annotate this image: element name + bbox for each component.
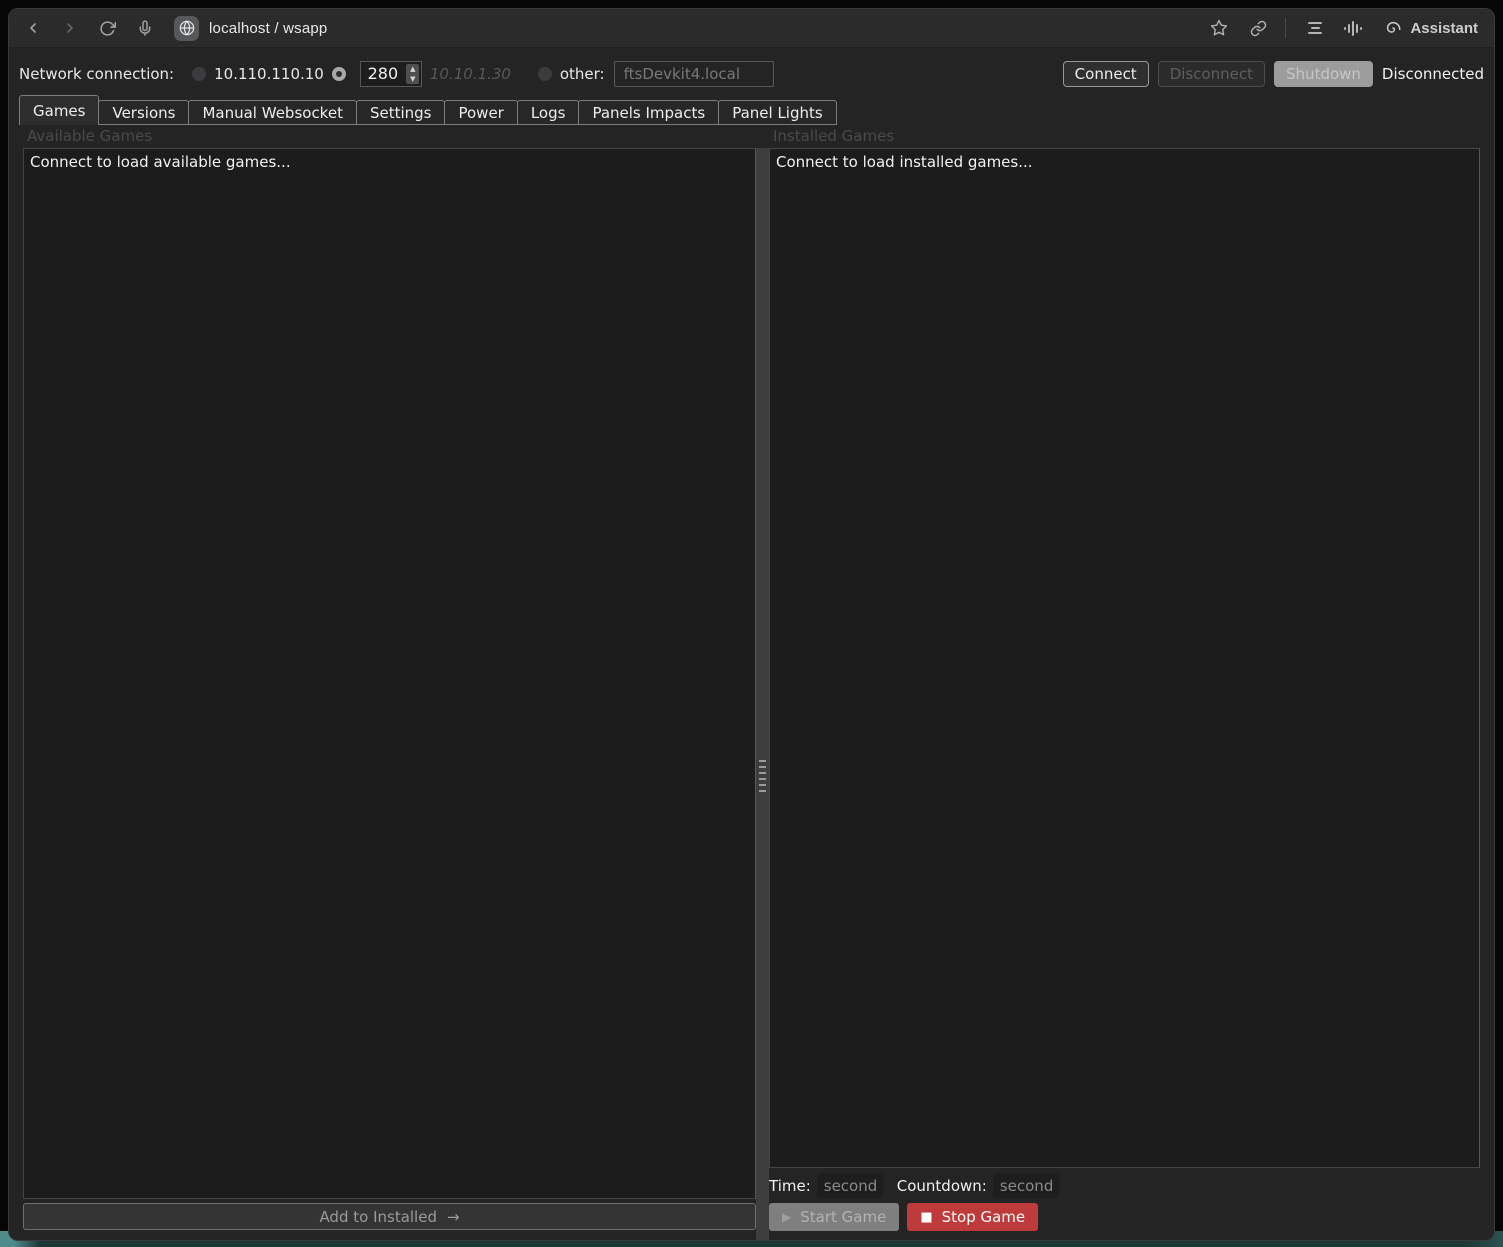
copy-link-icon[interactable]: [1250, 20, 1267, 37]
microphone-icon[interactable]: [137, 20, 153, 37]
network-connection-label: Network connection:: [19, 65, 174, 83]
other-option-label: other:: [560, 65, 605, 83]
reload-icon[interactable]: [99, 20, 116, 37]
countdown-label: Countdown:: [897, 1177, 987, 1195]
browser-window: localhost / wsapp Assistant Network conn…: [8, 8, 1495, 1241]
assistant-spiral-icon: [1384, 19, 1402, 37]
audio-waveform-icon[interactable]: [1344, 20, 1362, 36]
connect-button[interactable]: Connect: [1063, 61, 1149, 87]
tab-manual-websocket[interactable]: Manual Websocket: [188, 100, 356, 125]
toolbar-divider: [1285, 18, 1286, 38]
forward-icon[interactable]: [62, 20, 78, 36]
installed-games-title: Installed Games: [769, 125, 1480, 148]
port-input[interactable]: [361, 62, 405, 86]
radio-other-option[interactable]: [538, 67, 552, 81]
ip-option-label: 10.110.110.10: [214, 65, 324, 83]
tab-power[interactable]: Power: [444, 100, 517, 125]
available-games-list[interactable]: Connect to load available games...: [23, 148, 756, 1199]
radio-ip-option[interactable]: [192, 67, 206, 81]
browser-toolbar: localhost / wsapp Assistant: [9, 9, 1494, 48]
tab-panel-lights[interactable]: Panel Lights: [718, 100, 836, 125]
play-icon: ▶: [782, 1210, 791, 1224]
time-label: Time:: [769, 1177, 811, 1195]
back-icon[interactable]: [25, 20, 41, 36]
installed-games-message: Connect to load installed games...: [776, 153, 1033, 171]
bookmark-star-icon[interactable]: [1210, 19, 1228, 37]
tab-games[interactable]: Games: [19, 95, 99, 125]
wsapp-page: Network connection: 10.110.110.10 ▲ ▼ ot…: [9, 48, 1494, 1240]
address-bar[interactable]: localhost / wsapp: [174, 16, 327, 41]
tab-settings[interactable]: Settings: [356, 100, 446, 125]
assistant-label: Assistant: [1410, 20, 1478, 37]
time-input[interactable]: [817, 1173, 883, 1198]
countdown-input[interactable]: [993, 1173, 1059, 1198]
installed-games-list[interactable]: Connect to load installed games...: [769, 148, 1480, 1168]
url-text: localhost / wsapp: [209, 20, 327, 37]
installed-games-panel: Installed Games Connect to load installe…: [769, 125, 1480, 1240]
shutdown-button[interactable]: Shutdown: [1274, 61, 1373, 87]
add-to-installed-label: Add to Installed: [319, 1208, 437, 1226]
splitter-grip-icon[interactable]: [759, 760, 766, 796]
tab-bar: Games Versions Manual Websocket Settings…: [19, 95, 1486, 125]
available-games-message: Connect to load available games...: [30, 153, 291, 171]
site-globe-icon: [174, 16, 199, 41]
stop-game-label: Stop Game: [942, 1208, 1026, 1226]
disconnect-button[interactable]: Disconnect: [1158, 61, 1265, 87]
spin-up-icon[interactable]: ▲: [410, 65, 415, 73]
port-spinbox: ▲ ▼: [360, 61, 422, 87]
add-to-installed-button[interactable]: Add to Installed →: [23, 1203, 756, 1230]
game-buttons-row: ▶ Start Game ■ Stop Game: [769, 1203, 1480, 1231]
ip-hint-input[interactable]: [430, 65, 522, 83]
assistant-button[interactable]: Assistant: [1384, 19, 1478, 37]
tab-logs[interactable]: Logs: [517, 100, 580, 125]
start-game-button[interactable]: ▶ Start Game: [769, 1203, 899, 1231]
reader-mode-icon[interactable]: [1308, 22, 1322, 34]
spin-down-icon[interactable]: ▼: [410, 75, 415, 83]
tab-versions[interactable]: Versions: [98, 100, 189, 125]
connection-status: Disconnected: [1382, 65, 1484, 83]
network-connection-row: Network connection: 10.110.110.10 ▲ ▼ ot…: [19, 60, 1484, 87]
arrow-right-icon: →: [447, 1208, 460, 1226]
panel-splitter[interactable]: [756, 148, 769, 1240]
stop-game-button[interactable]: ■ Stop Game: [907, 1203, 1038, 1231]
radio-port-option[interactable]: [332, 67, 346, 81]
games-tab-content: Available Games Connect to load availabl…: [17, 125, 1486, 1240]
start-game-label: Start Game: [800, 1208, 886, 1226]
tab-panels-impacts[interactable]: Panels Impacts: [578, 100, 719, 125]
available-games-panel: Available Games Connect to load availabl…: [23, 125, 756, 1240]
stop-icon: ■: [920, 1210, 932, 1225]
game-timing-row: Time: Countdown:: [769, 1172, 1480, 1199]
other-host-input[interactable]: [614, 61, 774, 87]
available-games-title: Available Games: [23, 125, 756, 148]
